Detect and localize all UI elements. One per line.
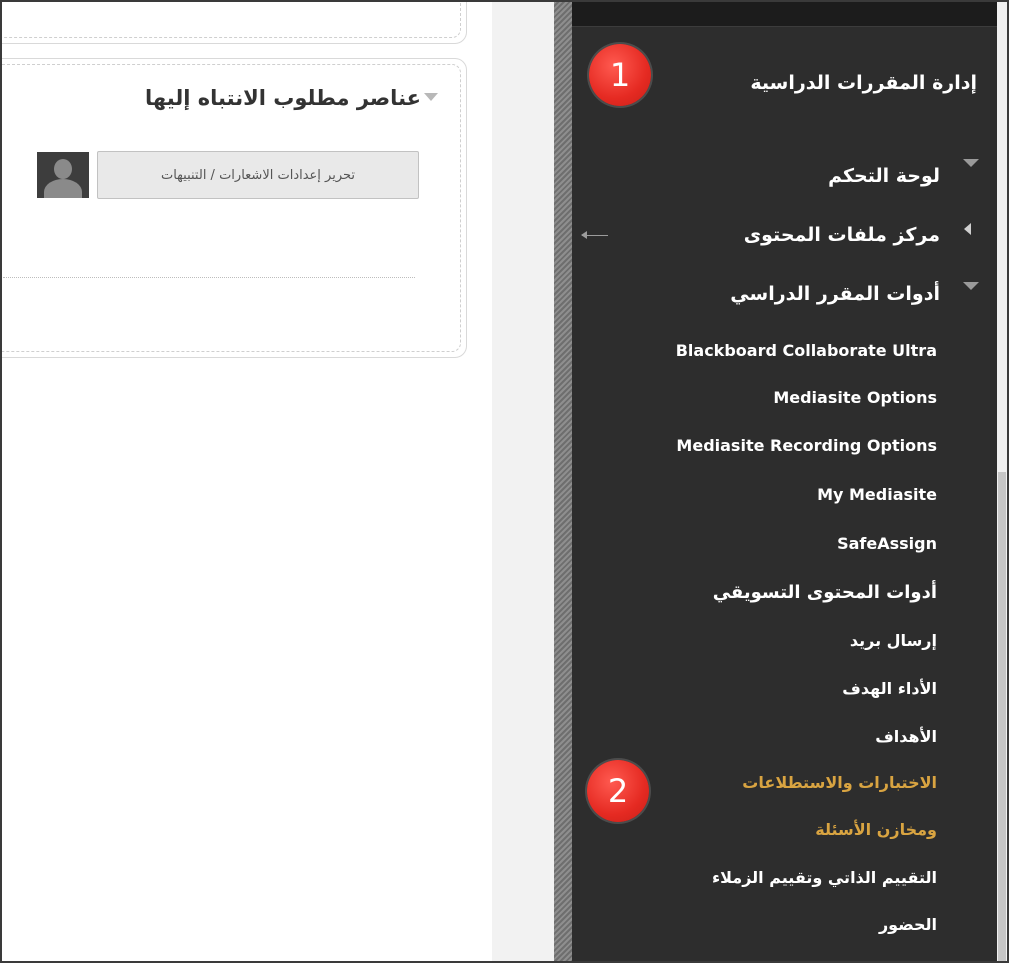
sidebar-item-content-collection[interactable]: مركز ملفات المحتوى xyxy=(744,224,940,246)
sidebar-resize-handle[interactable] xyxy=(554,2,572,961)
gutter xyxy=(492,2,554,961)
tool-item[interactable]: Blackboard Collaborate Ultra xyxy=(676,341,937,360)
tool-item[interactable]: الأهداف xyxy=(875,727,937,746)
tool-item[interactable]: My Mediasite xyxy=(817,485,937,504)
tool-item[interactable]: الحضور xyxy=(879,915,937,934)
tool-item[interactable]: SafeAssign xyxy=(837,534,937,553)
chevron-left-icon[interactable] xyxy=(964,223,971,235)
main-content: عناصر مطلوب الانتباه إليها تحرير إعدادات… xyxy=(2,2,492,961)
needs-attention-module: عناصر مطلوب الانتباه إليها تحرير إعدادات… xyxy=(2,58,467,358)
edit-notification-settings-button[interactable]: تحرير إعدادات الاشعارات / التنبيهات xyxy=(97,151,419,199)
sidebar-item-course-tools[interactable]: أدوات المقرر الدراسي xyxy=(730,283,940,305)
sidebar-header[interactable]: إدارة المقررات الدراسية xyxy=(750,72,977,94)
module-title: عناصر مطلوب الانتباه إليها xyxy=(145,86,421,110)
sidebar-top-bar xyxy=(572,2,997,27)
chevron-down-icon[interactable] xyxy=(963,159,979,167)
scrollbar-thumb[interactable] xyxy=(998,472,1006,961)
tool-item-tests-surveys[interactable]: الاختبارات والاستطلاعات xyxy=(742,773,937,792)
divider xyxy=(3,277,415,278)
tool-item-question-pools[interactable]: ومخازن الأسئلة xyxy=(815,820,937,839)
tool-item[interactable]: إرسال بريد xyxy=(850,631,937,650)
sidebar-item-control-panel[interactable]: لوحة التحكم xyxy=(828,165,940,187)
chevron-down-icon[interactable] xyxy=(963,282,979,290)
course-menu-sidebar xyxy=(572,2,997,961)
tool-item[interactable]: Mediasite Options xyxy=(773,388,937,407)
callout-badge-2: 2 xyxy=(587,760,649,822)
callout-badge-1: 1 xyxy=(589,44,651,106)
avatar xyxy=(37,152,89,198)
tool-item[interactable]: أدوات المحتوى التسويقي xyxy=(713,582,937,603)
tool-item[interactable]: التقييم الذاتي وتقييم الزملاء xyxy=(712,868,937,887)
screenshot-frame: عناصر مطلوب الانتباه إليها تحرير إعدادات… xyxy=(0,0,1009,963)
arrow-left-icon xyxy=(581,231,608,239)
sidebar-scrollbar[interactable] xyxy=(997,2,1007,961)
tool-item[interactable]: الأداء الهدف xyxy=(842,679,937,698)
tool-item[interactable]: Mediasite Recording Options xyxy=(676,436,937,455)
previous-module xyxy=(2,2,467,44)
collapse-arrow-icon[interactable] xyxy=(424,93,438,101)
